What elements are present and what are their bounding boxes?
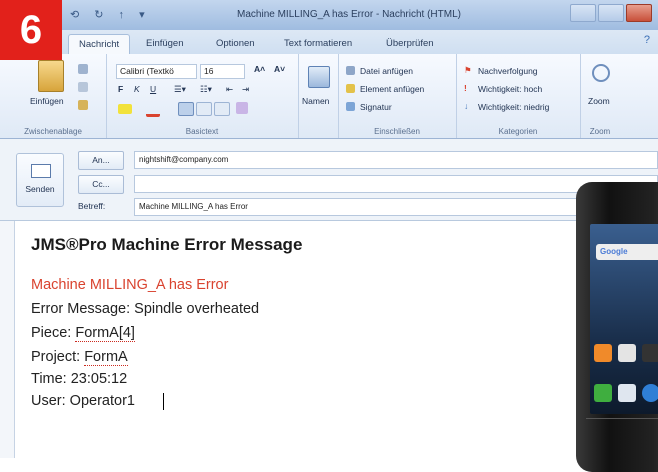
underline-button[interactable]: U — [150, 84, 156, 94]
followup-button[interactable]: Nachverfolgung — [478, 66, 538, 76]
group-include: Datei anfügen Element anfügen Signatur E… — [338, 54, 457, 138]
low-importance-icon: ↓ — [464, 101, 469, 111]
subject-label: Betreff: — [78, 201, 106, 211]
send-button[interactable]: Senden — [16, 153, 64, 207]
bullets-icon[interactable]: ☰▾ — [174, 84, 186, 95]
piece-value: FormA[4] — [75, 325, 135, 342]
message-line-piece: Piece: FormA[4] — [31, 325, 135, 342]
group-label-tags: Kategorien — [498, 127, 538, 136]
low-importance-button[interactable]: Wichtigkeit: niedrig — [478, 102, 549, 112]
ribbon: Einfügen Zwischenablage Calibri (Textkö … — [0, 54, 658, 139]
message-heading: JMS®Pro Machine Error Message — [31, 235, 303, 254]
app-icon — [642, 344, 658, 362]
highlight-icon[interactable] — [118, 104, 132, 114]
window-title: Machine MILLING_A has Error - Nachricht … — [237, 9, 461, 20]
tab-einfuegen[interactable]: Einfügen — [136, 34, 194, 54]
numbering-icon[interactable]: ☷▾ — [200, 84, 212, 95]
smartphone-image: Google — [576, 182, 658, 472]
attach-item-icon — [346, 84, 355, 93]
group-tags: ⚑ Nachverfolgung ! Wichtigkeit: hoch ↓ W… — [456, 54, 581, 138]
ribbon-tabs: Nachricht Einfügen Optionen Text formati… — [0, 30, 658, 55]
phone-nav-bar — [586, 418, 658, 449]
message-line-user: User: Operator1 — [31, 393, 135, 409]
message-line-time: Time: 23:05:12 — [31, 371, 128, 387]
signature-icon — [346, 102, 355, 111]
to-button[interactable]: An... — [78, 151, 124, 170]
text-cursor — [163, 393, 164, 410]
piece-label: Piece: — [31, 325, 76, 341]
high-importance-button[interactable]: Wichtigkeit: hoch — [478, 84, 542, 94]
attach-item-button[interactable]: Element anfügen — [360, 84, 424, 94]
group-label-zoom: Zoom — [589, 127, 611, 136]
clear-format-icon[interactable] — [236, 102, 248, 114]
attach-file-button[interactable]: Datei anfügen — [360, 66, 413, 76]
group-label-include: Einschließen — [374, 127, 420, 136]
group-names: Namen — [298, 54, 339, 138]
group-clipboard: Einfügen Zwischenablage — [0, 54, 107, 138]
flag-icon: ⚑ — [464, 65, 472, 75]
signature-button[interactable]: Signatur — [360, 102, 392, 112]
window-controls — [570, 4, 652, 22]
copy-icon[interactable] — [78, 82, 88, 92]
align-left-icon[interactable] — [178, 102, 194, 116]
compose-header: Senden An... nightshift@company.com Cc..… — [0, 139, 658, 221]
align-center-icon[interactable] — [196, 102, 212, 116]
send-label: Senden — [25, 184, 55, 194]
tab-optionen[interactable]: Optionen — [206, 34, 265, 54]
send-icon — [31, 164, 51, 178]
outdent-icon[interactable]: ⇤ — [226, 84, 233, 95]
zoom-button[interactable]: Zoom — [588, 96, 610, 106]
phone-app-icon — [594, 384, 612, 402]
cut-icon[interactable] — [78, 64, 88, 74]
high-importance-icon: ! — [464, 83, 467, 93]
title-bar: ⟲ ↻ ↑ ▾ Machine MILLING_A has Error - Na… — [0, 0, 658, 31]
bold-button[interactable]: F — [118, 84, 123, 94]
group-label-font: Basictext — [185, 127, 219, 136]
tab-nachricht[interactable]: Nachricht — [68, 34, 131, 55]
minimize-button[interactable] — [570, 4, 596, 22]
font-face-select[interactable]: Calibri (Textkö — [116, 64, 197, 79]
phone-search-widget: Google — [596, 244, 658, 260]
tab-ueberpruefen[interactable]: Überprüfen — [376, 34, 444, 54]
message-line-project: Project: FormA — [31, 349, 128, 366]
align-right-icon[interactable] — [214, 102, 230, 116]
message-line-error: Machine MILLING_A has Error — [31, 277, 229, 293]
maximize-button[interactable] — [598, 4, 624, 22]
group-font: Calibri (Textkö 16 A˄ A˅ F K U ☰▾ ☷▾ ⇤ ⇥… — [106, 54, 299, 138]
browser-app-icon — [642, 384, 658, 402]
phone-screen: Google — [590, 224, 658, 414]
paste-button[interactable]: Einfügen — [30, 96, 64, 106]
mail-app-icon — [618, 384, 636, 402]
italic-button[interactable]: K — [134, 84, 140, 94]
font-color-icon[interactable] — [146, 104, 160, 117]
message-line-error-message: Error Message: Spindle overheated — [31, 301, 260, 317]
paperclip-icon — [346, 66, 355, 75]
app-icon — [618, 344, 636, 362]
paste-icon[interactable] — [38, 60, 64, 92]
message-body[interactable]: JMS®Pro Machine Error Message Machine MI… — [14, 221, 658, 458]
group-label-clipboard: Zwischenablage — [24, 127, 82, 136]
cc-button[interactable]: Cc... — [78, 175, 124, 194]
outlook-window: ⟲ ↻ ↑ ▾ Machine MILLING_A has Error - Na… — [0, 0, 658, 472]
close-button[interactable] — [626, 4, 652, 22]
font-size-select[interactable]: 16 — [200, 64, 245, 79]
project-value: FormA — [84, 349, 128, 366]
group-zoom: Zoom Zoom — [580, 54, 620, 138]
step-badge: 6 — [0, 0, 62, 60]
address-book-icon[interactable] — [308, 66, 330, 88]
indent-icon[interactable]: ⇥ — [242, 84, 249, 95]
zoom-icon[interactable] — [592, 64, 610, 82]
shrink-font-icon[interactable]: A˅ — [274, 64, 285, 74]
help-icon[interactable]: ? — [644, 34, 650, 46]
project-label: Project: — [31, 349, 85, 365]
tab-text-formatieren[interactable]: Text formatieren — [274, 34, 362, 54]
names-button[interactable]: Namen — [302, 96, 329, 106]
format-painter-icon[interactable] — [78, 100, 88, 110]
to-field[interactable]: nightshift@company.com — [134, 151, 658, 169]
app-icon — [594, 344, 612, 362]
grow-font-icon[interactable]: A˄ — [254, 64, 265, 74]
